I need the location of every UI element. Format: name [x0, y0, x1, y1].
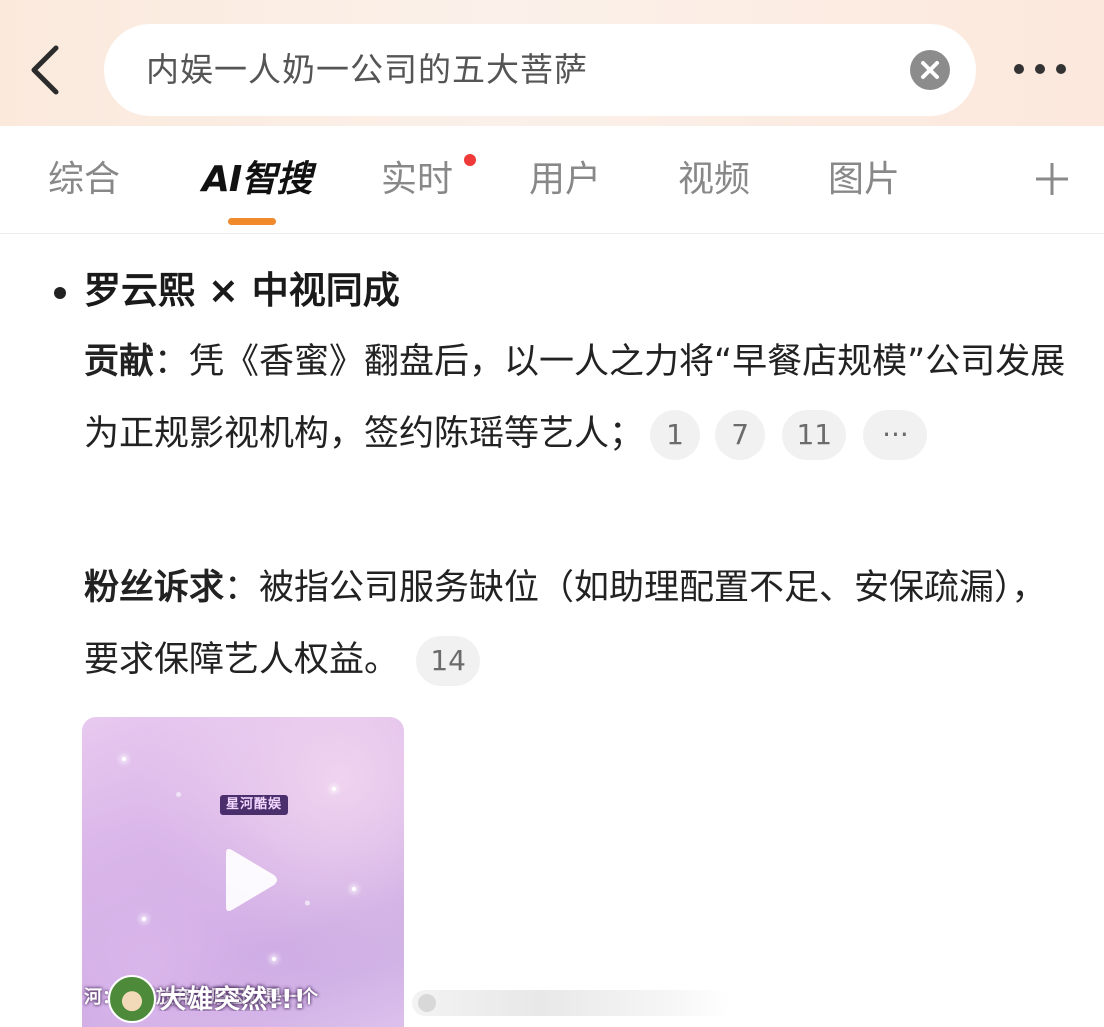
fans-paragraph: 粉丝诉求：被指公司服务缺位（如助理配置不足、安保疏漏），要求保障艺人权益。 14 — [84, 552, 1074, 696]
citation-ref[interactable]: 14 — [416, 636, 481, 686]
tab-users[interactable]: 用户 — [529, 156, 601, 204]
more-button[interactable] — [1008, 56, 1072, 84]
search-input[interactable]: 内娱一人奶一公司的五大菩萨 — [104, 24, 976, 116]
clear-icon — [921, 61, 939, 79]
play-icon — [226, 849, 277, 911]
plus-icon — [1036, 163, 1068, 195]
add-tab-button[interactable] — [1034, 161, 1070, 197]
tab-realtime[interactable]: 实时 — [381, 156, 453, 204]
tab-ai-search[interactable]: AI智搜 — [202, 156, 312, 204]
video-thumbnail[interactable]: 星河酷娱 河：下背放弃的原因就是一个 大雄突然!!! — [82, 717, 404, 1027]
tab-overflow-fade — [960, 150, 1020, 210]
video-caption-big: 大雄突然!!! — [160, 985, 307, 1011]
result-title: 罗云熙 × 中视同成 — [84, 269, 400, 312]
tab-comprehensive[interactable]: 综合 — [48, 156, 120, 204]
list-bullet — [54, 287, 66, 299]
clear-button[interactable] — [910, 50, 950, 90]
notification-dot — [464, 154, 476, 166]
more-citations-button[interactable]: ··· — [863, 410, 928, 460]
citation-ref[interactable]: 7 — [715, 410, 766, 460]
sparkle — [272, 957, 276, 961]
video-channel-badge: 星河酷娱 — [220, 795, 288, 815]
citation-ref[interactable]: 11 — [782, 410, 847, 460]
back-button[interactable] — [24, 40, 72, 100]
search-header: 内娱一人奶一公司的五大菩萨 — [0, 0, 1104, 126]
citation-ref[interactable]: 1 — [650, 410, 701, 460]
fans-text: ：被指公司服务缺位（如助理配置不足、安保疏漏），要求保障艺人权益。 — [84, 568, 1047, 680]
contribution-paragraph: 贡献：凭《香蜜》翻盘后，以一人之力将“早餐店规模”公司发展为正规影视机构，签约陈… — [84, 326, 1074, 470]
sparkle — [142, 917, 146, 921]
fans-label: 粉丝诉求 — [84, 568, 225, 608]
video-info-placeholder — [412, 990, 732, 1016]
search-query[interactable]: 内娱一人奶一公司的五大菩萨 — [146, 48, 588, 92]
back-arrow-icon — [31, 45, 59, 95]
avatar — [108, 975, 156, 1023]
sparkle — [122, 757, 126, 761]
more-icon — [1014, 64, 1024, 74]
active-tab-indicator — [228, 218, 276, 225]
contribution-label: 贡献 — [84, 342, 155, 382]
tab-images[interactable]: 图片 — [828, 156, 900, 204]
sparkle — [332, 787, 336, 791]
sparkle — [352, 887, 356, 891]
tab-videos[interactable]: 视频 — [678, 156, 750, 204]
